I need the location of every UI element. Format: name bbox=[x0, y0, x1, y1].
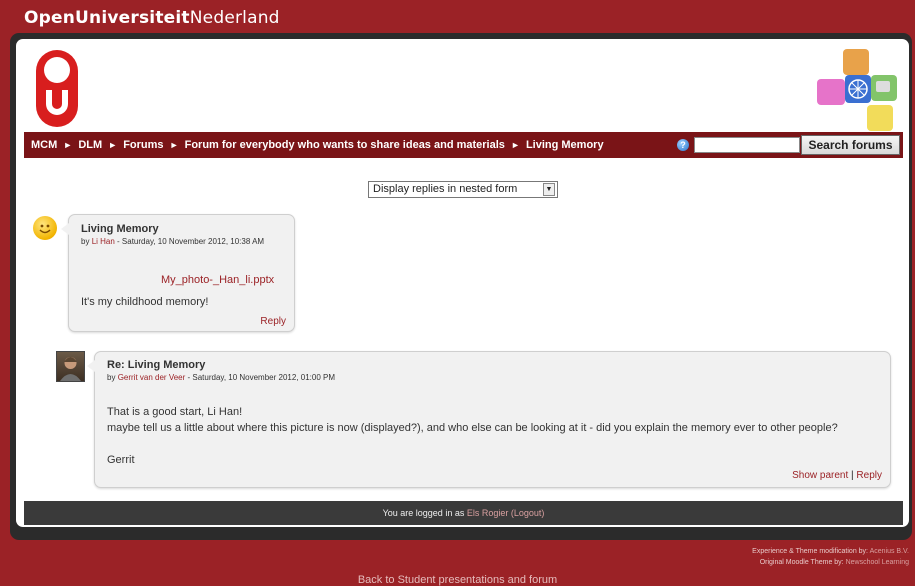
breadcrumb-separator: ► bbox=[108, 140, 118, 150]
acenius-link[interactable]: Acenius B.V. bbox=[870, 548, 909, 555]
breadcrumb-item-mcm[interactable]: MCM bbox=[31, 139, 57, 151]
post-title: Living Memory bbox=[81, 223, 159, 235]
post-pointer bbox=[61, 223, 69, 235]
reply-link[interactable]: Reply bbox=[856, 470, 882, 481]
login-info-text: You are logged in as bbox=[382, 508, 467, 518]
post-author-link[interactable]: Gerrit van der Veer bbox=[118, 373, 186, 382]
chevron-down-icon[interactable]: ▼ bbox=[543, 183, 555, 196]
post-pointer bbox=[87, 360, 95, 372]
newschool-link[interactable]: Newschool Learning bbox=[846, 559, 909, 566]
ou-logo-icon[interactable] bbox=[35, 49, 79, 128]
site-brand: OpenUniversiteitNederland bbox=[24, 8, 280, 28]
display-mode-select[interactable]: Display replies in nested form ▼ bbox=[368, 181, 558, 198]
breadcrumb-item-forums[interactable]: Forums bbox=[123, 139, 163, 151]
smiley-avatar[interactable] bbox=[33, 216, 57, 240]
search-forums-button[interactable]: Search forums bbox=[801, 135, 900, 155]
display-mode-value: Display replies in nested form bbox=[373, 183, 518, 195]
forum-post: Living Memory by Li Han - Saturday, 10 N… bbox=[61, 214, 295, 332]
post-title: Re: Living Memory bbox=[107, 359, 206, 371]
post-commands: Show parent | Reply bbox=[792, 470, 882, 481]
help-icon[interactable]: ? bbox=[677, 139, 689, 151]
breadcrumb-separator: ► bbox=[169, 140, 179, 150]
puzzle-icon bbox=[817, 49, 897, 131]
post-author-link[interactable]: Li Han bbox=[92, 237, 115, 246]
page-content: MCM ► DLM ► Forums ► Forum for everybody… bbox=[16, 39, 909, 527]
logout-link[interactable]: (Logout) bbox=[511, 508, 545, 518]
theme-credits: Experience & Theme modification by: Acen… bbox=[752, 546, 909, 568]
command-separator: | bbox=[851, 470, 854, 481]
breadcrumb-separator: ► bbox=[63, 140, 73, 150]
post-body-line: maybe tell us a little about where this … bbox=[107, 422, 838, 434]
breadcrumb-item-dlm[interactable]: DLM bbox=[78, 139, 102, 151]
login-info-bar: You are logged in as Els Rogier (Logout) bbox=[24, 501, 903, 525]
post-body: That is a good start, Li Han! maybe tell… bbox=[107, 404, 838, 468]
credits-text: Original Moodle Theme by: bbox=[759, 559, 846, 566]
post-byline: by Li Han - Saturday, 10 November 2012, … bbox=[81, 237, 265, 246]
show-parent-link[interactable]: Show parent bbox=[792, 470, 848, 481]
navigation-bar: MCM ► DLM ► Forums ► Forum for everybody… bbox=[24, 132, 903, 158]
breadcrumb-item-current: Living Memory bbox=[525, 139, 604, 151]
user-photo[interactable] bbox=[56, 351, 85, 382]
breadcrumb: MCM ► DLM ► Forums ► Forum for everybody… bbox=[24, 139, 604, 151]
user-profile-link[interactable]: Els Rogier bbox=[467, 508, 509, 518]
person-icon bbox=[60, 357, 81, 381]
attachment-link[interactable]: My_photo-_Han_li.pptx bbox=[161, 274, 274, 286]
reply-link[interactable]: Reply bbox=[260, 316, 286, 327]
credits-text: Experience & Theme modification by: bbox=[752, 548, 870, 555]
post-body: It's my childhood memory! bbox=[81, 296, 209, 308]
post-body-line: That is a good start, Li Han! bbox=[107, 406, 243, 418]
breadcrumb-separator: ► bbox=[510, 140, 520, 150]
breadcrumb-item-forum[interactable]: Forum for everybody who wants to share i… bbox=[185, 139, 505, 151]
search-input[interactable] bbox=[694, 137, 800, 153]
back-to-forum-link[interactable]: Back to Student presentations and forum bbox=[0, 574, 915, 586]
post-byline: by Gerrit van der Veer - Saturday, 10 No… bbox=[107, 373, 335, 382]
smiley-icon bbox=[39, 224, 51, 234]
forum-reply: Re: Living Memory by Gerrit van der Veer… bbox=[87, 351, 891, 488]
post-body-signature: Gerrit bbox=[107, 454, 135, 466]
